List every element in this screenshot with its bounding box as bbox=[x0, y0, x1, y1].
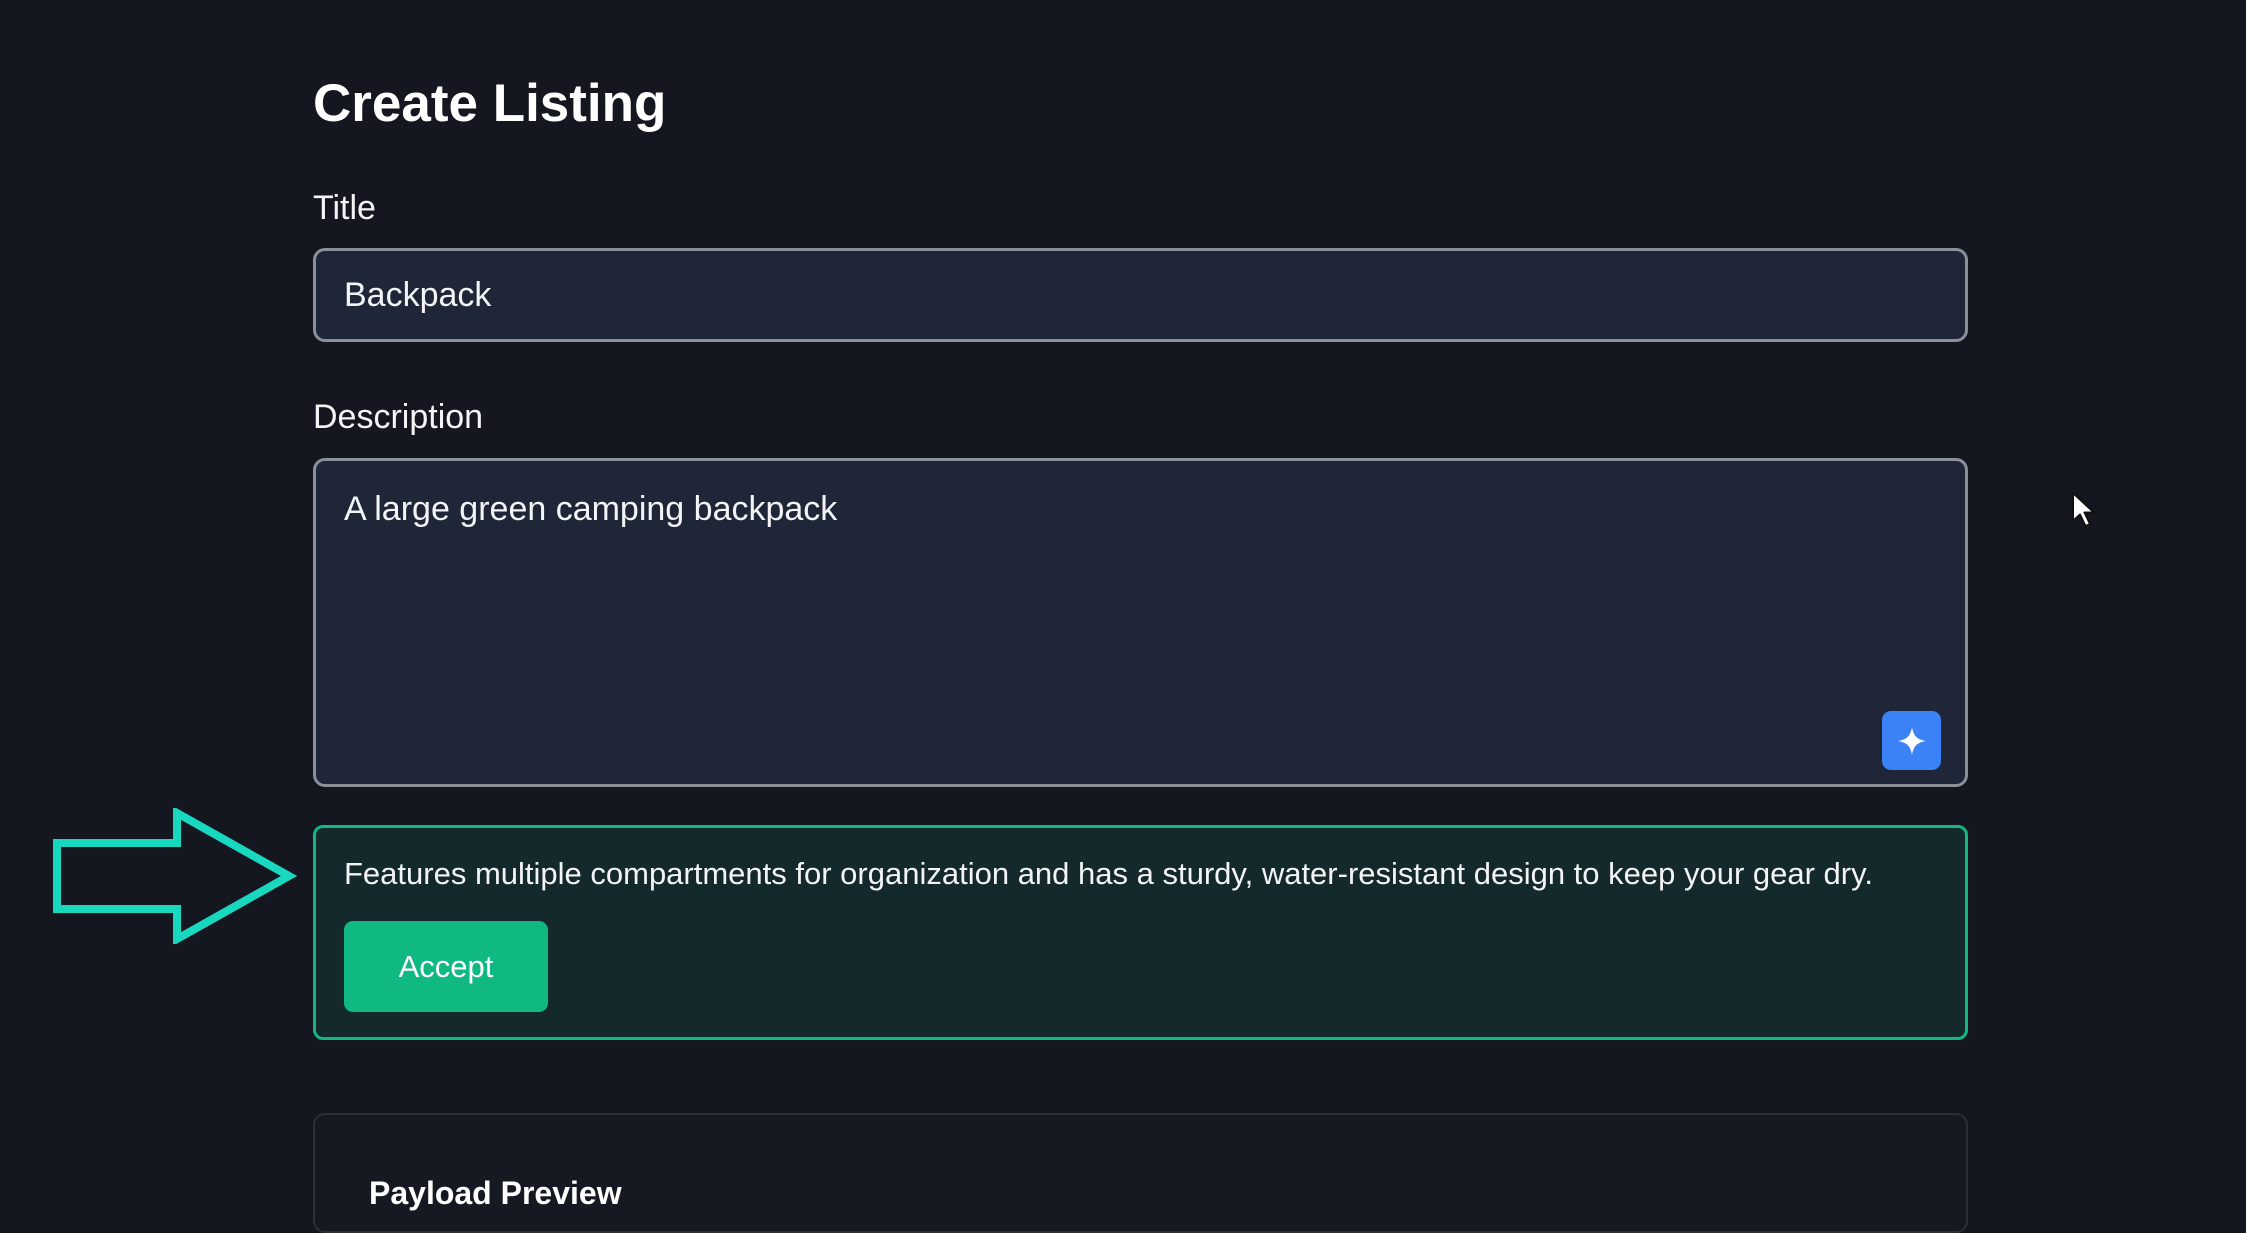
ai-suggestion-box: Features multiple compartments for organ… bbox=[313, 825, 1968, 1040]
description-input[interactable]: A large green camping backpack bbox=[313, 458, 1968, 787]
page-title: Create Listing bbox=[313, 74, 667, 133]
suggestion-text: Features multiple compartments for organ… bbox=[344, 856, 1873, 891]
sparkle-icon bbox=[1897, 726, 1926, 755]
title-label: Title bbox=[313, 189, 376, 227]
title-input[interactable] bbox=[313, 248, 1968, 342]
description-label: Description bbox=[313, 398, 484, 436]
accept-button[interactable]: Accept bbox=[344, 921, 548, 1012]
payload-preview-card: Payload Preview bbox=[313, 1113, 1968, 1233]
mouse-cursor-icon bbox=[2072, 492, 2095, 527]
ai-suggest-button[interactable] bbox=[1882, 711, 1941, 770]
annotation-arrow-icon bbox=[53, 808, 297, 944]
description-field: A large green camping backpack bbox=[313, 458, 1968, 787]
payload-preview-title: Payload Preview bbox=[369, 1175, 622, 1211]
